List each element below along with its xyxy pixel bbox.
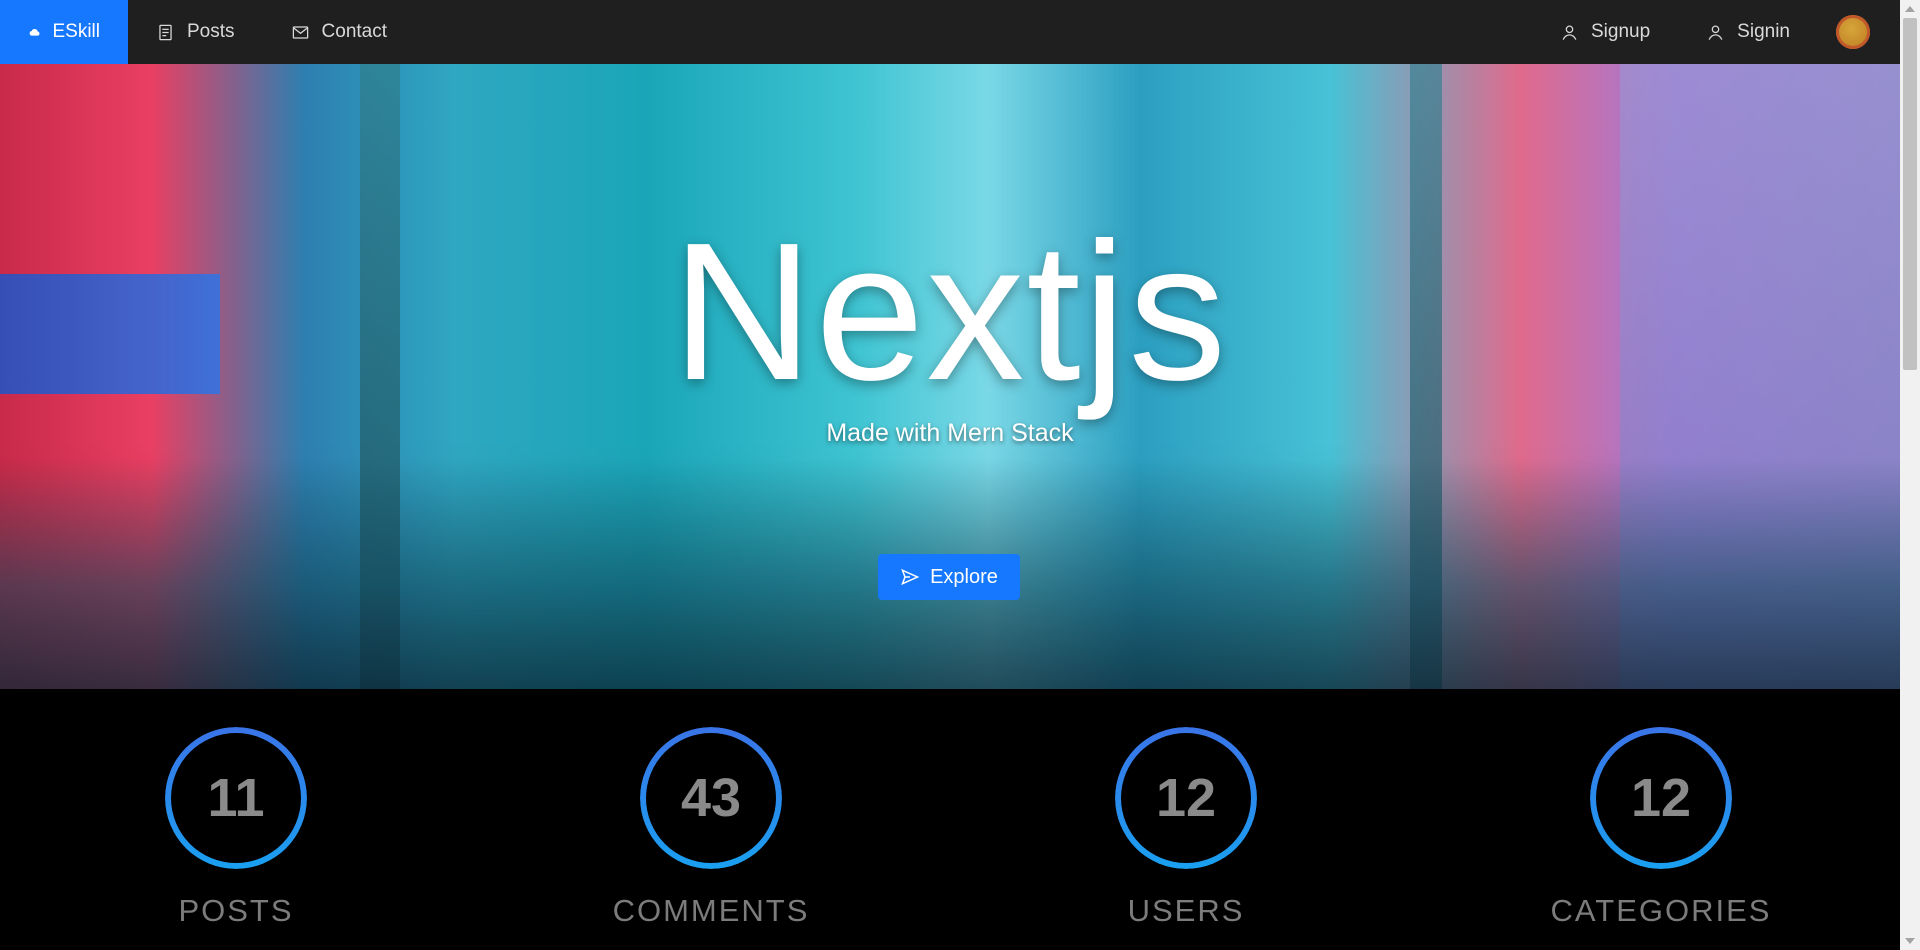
stat-value: 12 xyxy=(1155,768,1217,828)
stat-label: USERS xyxy=(1127,893,1245,928)
user-icon xyxy=(1562,25,1577,40)
stat-posts: 11 POSTS xyxy=(86,727,386,929)
stat-comments: 43 COMMENTS xyxy=(561,727,861,929)
scroll-up-icon[interactable] xyxy=(1905,6,1915,12)
nav-item-signup[interactable]: Signup xyxy=(1532,0,1678,64)
stat-users: 12 USERS xyxy=(1036,727,1336,929)
stats-section: 11 POSTS 43 COMMENTS 12 USERS 12 CATEGOR… xyxy=(0,689,1900,950)
user-icon xyxy=(1708,25,1723,40)
nav-item-posts[interactable]: Posts xyxy=(128,0,263,64)
stat-label: POSTS xyxy=(178,893,294,928)
nav-item-contact-label: Contact xyxy=(321,21,388,42)
explore-button[interactable]: Explore xyxy=(878,554,1020,600)
stat-label: CATEGORIES xyxy=(1550,893,1772,928)
stat-ring: 12 xyxy=(1590,727,1732,869)
nav-right-group: Signup Signin xyxy=(1532,0,1900,64)
stat-categories: 12 CATEGORIES xyxy=(1511,727,1811,929)
nav-item-signup-label: Signup xyxy=(1591,21,1651,42)
stat-ring: 11 xyxy=(165,727,307,869)
stat-label: COMMENTS xyxy=(612,893,810,928)
explore-button-label: Explore xyxy=(930,565,998,588)
stat-ring: 43 xyxy=(640,727,782,869)
nav-brand-eskill[interactable]: ESkill xyxy=(0,0,128,64)
nav-item-contact[interactable]: Contact xyxy=(263,0,415,64)
nav-brand-label: ESkill xyxy=(52,21,100,42)
nav-item-signin[interactable]: Signin xyxy=(1678,0,1818,64)
scroll-thumb[interactable] xyxy=(1903,18,1917,370)
document-icon xyxy=(159,24,172,40)
hero-title: Nextjs xyxy=(671,202,1229,421)
mail-icon xyxy=(292,25,308,39)
send-icon xyxy=(901,568,920,586)
hero-banner: Nextjs Made with Mern Stack Explore xyxy=(0,64,1900,689)
stat-value: 43 xyxy=(680,768,742,828)
stat-ring: 12 xyxy=(1115,727,1257,869)
page-scrollbar[interactable] xyxy=(1900,0,1920,950)
stat-value: 11 xyxy=(207,768,265,828)
stat-value: 12 xyxy=(1630,768,1692,828)
hero-subtitle: Made with Mern Stack xyxy=(826,419,1074,447)
top-navbar: ESkill Posts Contact Signup Signin xyxy=(0,0,1900,64)
cloud-icon xyxy=(29,28,40,36)
nav-item-posts-label: Posts xyxy=(187,21,235,42)
nav-item-signin-label: Signin xyxy=(1737,21,1790,42)
avatar[interactable] xyxy=(1836,15,1870,49)
scroll-down-icon[interactable] xyxy=(1905,938,1915,944)
